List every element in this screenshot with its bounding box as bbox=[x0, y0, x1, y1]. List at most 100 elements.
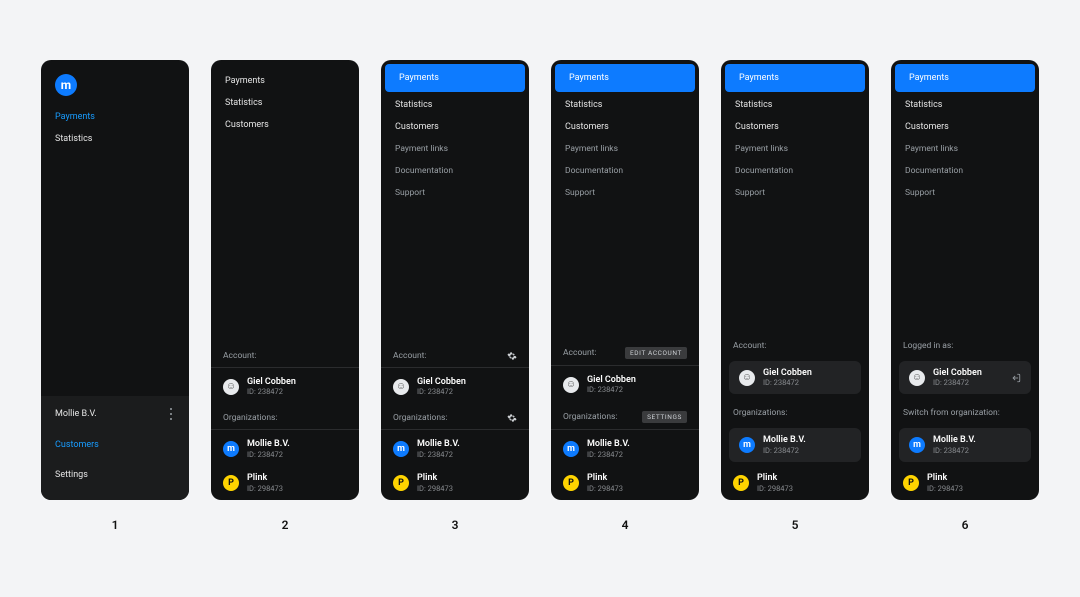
nav-customers[interactable]: Customers bbox=[211, 114, 359, 136]
switch-org-label: Switch from organization: bbox=[903, 408, 1000, 418]
org-id: ID: 238472 bbox=[933, 446, 976, 455]
user-id: ID: 238472 bbox=[417, 387, 466, 396]
account-header: Account: EDIT ACCOUNT bbox=[551, 337, 699, 365]
user-name: Giel Cobben bbox=[763, 368, 812, 379]
org-row-plink[interactable]: P Plink ID: 298473 bbox=[721, 466, 869, 500]
nav-statistics[interactable]: Statistics bbox=[891, 94, 1039, 116]
nav-payments[interactable]: Payments bbox=[725, 64, 865, 92]
nav-documentation[interactable]: Documentation bbox=[891, 160, 1039, 182]
logout-icon[interactable] bbox=[1011, 373, 1021, 383]
org-name: Mollie B.V. bbox=[933, 435, 976, 446]
account-card[interactable]: ☺ Giel Cobben ID: 238472 bbox=[899, 361, 1031, 395]
nav-documentation[interactable]: Documentation bbox=[381, 160, 529, 182]
variant-3: Payments Statistics Customers Payment li… bbox=[381, 60, 529, 597]
org-icon-mollie: m bbox=[909, 437, 925, 453]
nav-support[interactable]: Support bbox=[721, 182, 869, 204]
nav: Payments Statistics Customers Payment li… bbox=[381, 60, 529, 204]
account-header: Account: bbox=[381, 341, 529, 367]
sidebar-panel: Payments Statistics Customers Payment li… bbox=[891, 60, 1039, 500]
nav-payments[interactable]: Payments bbox=[41, 106, 189, 128]
nav-documentation[interactable]: Documentation bbox=[721, 160, 869, 182]
sidebar-panel: m Payments Statistics Mollie B.V. Custom… bbox=[41, 60, 189, 500]
nav-documentation[interactable]: Documentation bbox=[551, 160, 699, 182]
gear-icon[interactable] bbox=[507, 413, 517, 423]
variant-1: m Payments Statistics Mollie B.V. Custom… bbox=[41, 60, 189, 597]
org-settings-button[interactable]: SETTINGS bbox=[642, 411, 687, 423]
variant-caption: 1 bbox=[112, 518, 119, 532]
avatar-icon: ☺ bbox=[223, 379, 239, 395]
nav-payment-links[interactable]: Payment links bbox=[551, 138, 699, 160]
org-card-mollie[interactable]: m Mollie B.V. ID: 238472 bbox=[899, 428, 1031, 462]
nav-payments[interactable]: Payments bbox=[555, 64, 695, 92]
org-switcher-label: Mollie B.V. bbox=[55, 409, 97, 419]
nav-support[interactable]: Support bbox=[891, 182, 1039, 204]
org-card-mollie[interactable]: m Mollie B.V. ID: 238472 bbox=[729, 428, 861, 462]
user-name: Giel Cobben bbox=[417, 377, 466, 388]
org-switcher[interactable]: Mollie B.V. bbox=[55, 408, 175, 420]
org-row-plink[interactable]: P Plink ID: 298473 bbox=[891, 466, 1039, 500]
org-id: ID: 238472 bbox=[417, 450, 460, 459]
edit-account-button[interactable]: EDIT ACCOUNT bbox=[625, 347, 687, 359]
nav-statistics[interactable]: Statistics bbox=[551, 94, 699, 116]
gear-icon[interactable] bbox=[507, 351, 517, 361]
nav-customers[interactable]: Customers bbox=[721, 116, 869, 138]
org-name: Plink bbox=[587, 473, 623, 484]
org-icon-plink: P bbox=[223, 475, 239, 491]
org-row-mollie[interactable]: m Mollie B.V. ID: 238472 bbox=[551, 432, 699, 466]
org-row-mollie[interactable]: m Mollie B.V. ID: 238472 bbox=[381, 432, 529, 466]
account-card[interactable]: ☺ Giel Cobben ID: 238472 bbox=[729, 361, 861, 395]
org-row-plink[interactable]: P Plink ID: 298473 bbox=[211, 466, 359, 500]
account-label: Account: bbox=[393, 351, 427, 361]
org-row-plink[interactable]: P Plink ID: 298473 bbox=[551, 466, 699, 500]
org-row-mollie[interactable]: m Mollie B.V. ID: 238472 bbox=[211, 432, 359, 466]
logged-in-header: Logged in as: bbox=[891, 331, 1039, 357]
org-name: Plink bbox=[417, 473, 453, 484]
account-row[interactable]: ☺ Giel Cobben ID: 238472 bbox=[551, 368, 699, 402]
nav-payment-links[interactable]: Payment links bbox=[381, 138, 529, 160]
org-id: ID: 298473 bbox=[757, 484, 793, 493]
user-id: ID: 238472 bbox=[247, 387, 296, 396]
nav: Payments Statistics Customers Payment li… bbox=[891, 60, 1039, 204]
nav: Payments Statistics Customers bbox=[211, 60, 359, 136]
nav-support[interactable]: Support bbox=[551, 182, 699, 204]
nav-statistics[interactable]: Statistics bbox=[211, 92, 359, 114]
account-header: Account: bbox=[721, 331, 869, 357]
nav-statistics[interactable]: Statistics bbox=[41, 128, 189, 150]
nav: Payments Statistics Customers Payment li… bbox=[551, 60, 699, 204]
user-name: Giel Cobben bbox=[247, 377, 296, 388]
nav-statistics[interactable]: Statistics bbox=[721, 94, 869, 116]
org-icon-plink: P bbox=[903, 475, 919, 491]
divider bbox=[551, 365, 699, 366]
orgs-header: Organizations: SETTINGS bbox=[551, 401, 699, 429]
avatar-icon: ☺ bbox=[563, 377, 579, 393]
account-row[interactable]: ☺ Giel Cobben ID: 238472 bbox=[381, 370, 529, 404]
orgs-label: Organizations: bbox=[563, 412, 617, 422]
nav-payments[interactable]: Payments bbox=[895, 64, 1035, 92]
account-row[interactable]: ☺ Giel Cobben ID: 238472 bbox=[211, 370, 359, 404]
nav-payment-links[interactable]: Payment links bbox=[721, 138, 869, 160]
org-icon-mollie: m bbox=[393, 441, 409, 457]
variant-2: Payments Statistics Customers Account: ☺… bbox=[211, 60, 359, 597]
nav-settings[interactable]: Settings bbox=[55, 464, 175, 486]
account-label: Account: bbox=[223, 351, 257, 361]
nav-payments[interactable]: Payments bbox=[211, 70, 359, 92]
divider bbox=[211, 367, 359, 368]
org-id: ID: 238472 bbox=[247, 450, 290, 459]
nav-payment-links[interactable]: Payment links bbox=[891, 138, 1039, 160]
org-row-plink[interactable]: P Plink ID: 298473 bbox=[381, 466, 529, 500]
divider bbox=[551, 429, 699, 430]
account-label: Account: bbox=[733, 341, 767, 351]
nav-support[interactable]: Support bbox=[381, 182, 529, 204]
nav-statistics[interactable]: Statistics bbox=[381, 94, 529, 116]
org-id: ID: 298473 bbox=[247, 484, 283, 493]
orgs-header: Organizations: bbox=[381, 403, 529, 429]
org-name: Mollie B.V. bbox=[587, 439, 630, 450]
user-id: ID: 238472 bbox=[763, 378, 812, 387]
nav-customers[interactable]: Customers bbox=[55, 434, 175, 456]
nav-customers[interactable]: Customers bbox=[551, 116, 699, 138]
nav-payments[interactable]: Payments bbox=[385, 64, 525, 92]
divider bbox=[211, 429, 359, 430]
account-header: Account: bbox=[211, 341, 359, 367]
nav-customers[interactable]: Customers bbox=[891, 116, 1039, 138]
nav-customers[interactable]: Customers bbox=[381, 116, 529, 138]
